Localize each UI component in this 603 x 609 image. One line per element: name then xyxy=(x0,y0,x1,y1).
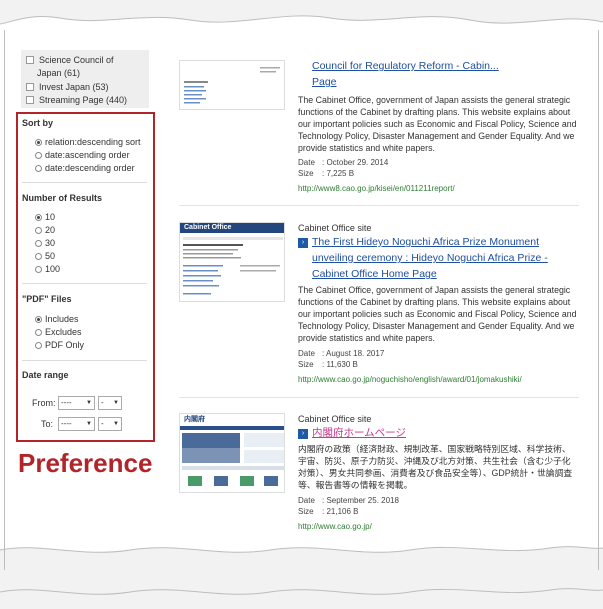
result-size: : 21,106 B xyxy=(322,507,359,516)
page-left-border xyxy=(4,30,5,570)
filter-checkbox-streaming-page[interactable] xyxy=(26,96,34,104)
filter-label-science-council: Science Council of xyxy=(39,55,114,65)
results-radio-50[interactable] xyxy=(35,253,42,260)
divider xyxy=(22,182,147,183)
result-date-label: Date xyxy=(298,496,315,505)
result-title-link[interactable]: The First Hideyo Noguchi Africa Prize Mo… xyxy=(312,234,582,282)
chevron-down-icon: ▼ xyxy=(86,421,92,427)
filter-label-invest-japan: Invest Japan (53) xyxy=(39,82,109,92)
filter-label-streaming-page: Streaming Page (440) xyxy=(39,95,128,105)
results-label-100: 100 xyxy=(45,264,61,274)
result-url[interactable]: http://www8.cao.go.jp/kisei/en/011211rep… xyxy=(298,183,455,194)
result-date: : September 25. 2018 xyxy=(322,496,399,505)
sort-radio-relation[interactable] xyxy=(35,139,42,146)
results-radio-100[interactable] xyxy=(35,266,42,273)
result-url[interactable]: http://www.cao.go.jp/noguchisho/english/… xyxy=(298,374,522,385)
date-to-year-value: ---- xyxy=(61,419,72,428)
result-title-link[interactable]: Council for Regulatory Reform - Cabin... xyxy=(312,58,582,74)
sort-radio-date-desc[interactable] xyxy=(35,165,42,172)
result-date: : October 29. 2014 xyxy=(322,158,389,167)
pdf-radio-excludes[interactable] xyxy=(35,329,42,336)
result-site-label: Cabinet Office site xyxy=(298,223,372,233)
pdf-label-includes: Includes xyxy=(45,314,79,324)
thumbnail-image xyxy=(180,426,284,486)
sort-by-title: Sort by xyxy=(22,118,54,128)
filter-label-science-council-count: Japan (61) xyxy=(37,68,81,78)
result-description: 内閣府の政策（経済財政、規制改革、国家戦略特別区域、科学技術、宇宙、防災、原子力… xyxy=(298,444,573,490)
arrow-right-icon: › xyxy=(298,429,308,439)
result-divider xyxy=(179,205,579,206)
date-from-label: From: xyxy=(32,398,56,408)
date-to-year-select[interactable]: ---- ▼ xyxy=(58,417,95,431)
pdf-files-title: "PDF" Files xyxy=(22,294,72,304)
results-radio-10[interactable] xyxy=(35,214,42,221)
sort-label-date-asc: date:ascending order xyxy=(45,150,130,160)
chevron-down-icon: ▼ xyxy=(113,421,119,427)
pdf-radio-pdf-only[interactable] xyxy=(35,342,42,349)
num-results-title: Number of Results xyxy=(22,193,103,203)
date-to-month-value: - xyxy=(101,419,104,428)
result-size-label: Size xyxy=(298,360,314,369)
sort-label-relation: relation:descending sort xyxy=(45,137,141,147)
results-label-50: 50 xyxy=(45,251,56,261)
pdf-radio-includes[interactable] xyxy=(35,316,42,323)
results-radio-20[interactable] xyxy=(35,227,42,234)
date-from-month-value: - xyxy=(101,398,104,407)
result-size-label: Size xyxy=(298,507,314,516)
result-description: The Cabinet Office, government of Japan … xyxy=(298,285,577,343)
results-label-30: 30 xyxy=(45,238,56,248)
torn-edge-bottom xyxy=(0,546,603,609)
date-range-title: Date range xyxy=(22,370,69,380)
torn-edge-top xyxy=(0,0,603,25)
page-right-border xyxy=(598,30,599,570)
chevron-down-icon: ▼ xyxy=(86,400,92,406)
result-date-label: Date xyxy=(298,349,315,358)
thumbnail-image xyxy=(183,237,283,295)
result-divider xyxy=(179,397,579,398)
result-date: : August 18. 2017 xyxy=(322,349,385,358)
date-to-month-select[interactable]: - ▼ xyxy=(98,417,122,431)
result-thumbnail[interactable]: Cabinet Office xyxy=(179,222,285,302)
result-url[interactable]: http://www.cao.go.jp/ xyxy=(298,521,372,532)
result-description: The Cabinet Office, government of Japan … xyxy=(298,95,577,153)
result-date-label: Date xyxy=(298,158,315,167)
chevron-down-icon: ▼ xyxy=(113,400,119,406)
filter-checkbox-science-council[interactable] xyxy=(26,56,34,64)
result-thumbnail[interactable]: 内閣府 xyxy=(179,413,285,493)
result-size: : 7,225 B xyxy=(322,169,355,178)
result-size-label: Size xyxy=(298,169,314,178)
thumbnail-image xyxy=(180,61,284,109)
results-label-20: 20 xyxy=(45,225,56,235)
date-from-month-select[interactable]: - ▼ xyxy=(98,396,122,410)
pdf-label-excludes: Excludes xyxy=(45,327,82,337)
sort-radio-date-asc[interactable] xyxy=(35,152,42,159)
sort-label-date-desc: date:descending order xyxy=(45,163,135,173)
result-site-label: Cabinet Office site xyxy=(298,414,372,424)
result-size: : 11,630 B xyxy=(322,360,358,369)
date-to-label: To: xyxy=(41,419,54,429)
results-radio-30[interactable] xyxy=(35,240,42,247)
result-thumbnail[interactable] xyxy=(179,60,285,110)
result-title-link-cont[interactable]: Page xyxy=(312,74,582,90)
preference-highlight-box xyxy=(16,112,155,442)
filter-checkbox-invest-japan[interactable] xyxy=(26,83,34,91)
arrow-right-icon: › xyxy=(298,238,308,248)
date-from-year-select[interactable]: ---- ▼ xyxy=(58,396,95,410)
divider xyxy=(22,360,147,361)
divider xyxy=(22,283,147,284)
results-label-10: 10 xyxy=(45,212,56,222)
result-title-link[interactable]: 内閣府ホームページ xyxy=(312,425,582,441)
pdf-label-pdf-only: PDF Only xyxy=(45,340,85,350)
preference-caption: Preference xyxy=(18,448,153,478)
date-from-year-value: ---- xyxy=(61,398,72,407)
